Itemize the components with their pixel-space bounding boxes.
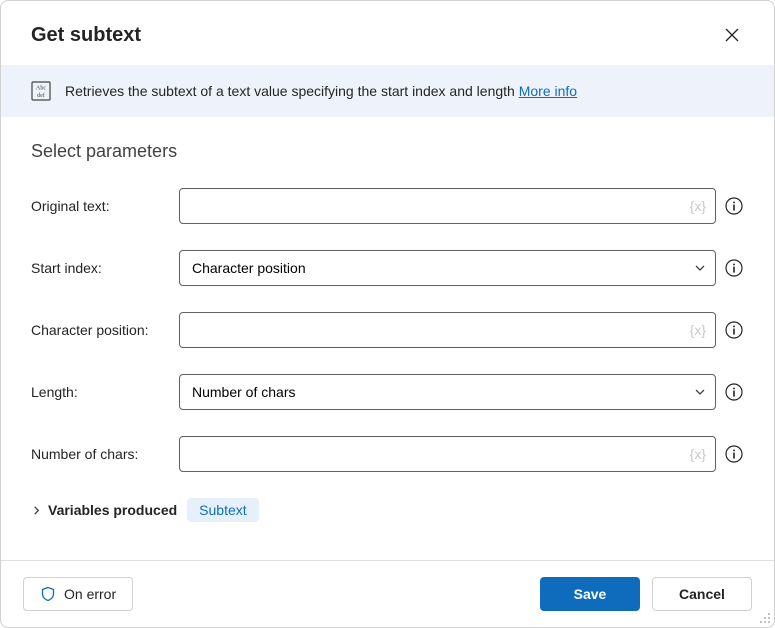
shield-icon — [40, 586, 56, 602]
dialog-header: Get subtext — [1, 1, 774, 65]
variables-produced-label: Variables produced — [48, 502, 177, 518]
variables-produced-row: Variables produced Subtext — [31, 498, 744, 522]
dialog-footer: On error Save Cancel — [1, 560, 774, 627]
field-character-position: Character position: {x} — [31, 312, 744, 348]
original-text-input[interactable] — [179, 188, 716, 224]
input-wrap: {x} — [179, 436, 716, 472]
info-icon[interactable] — [724, 444, 744, 464]
field-start-index: Start index: Character position — [31, 250, 744, 286]
description-banner: Abc def Retrieves the subtext of a text … — [1, 65, 774, 117]
description-body: Retrieves the subtext of a text value sp… — [65, 83, 519, 99]
character-position-input[interactable] — [179, 312, 716, 348]
abc-icon: Abc def — [31, 81, 51, 101]
more-info-link[interactable]: More info — [519, 83, 577, 99]
section-title: Select parameters — [31, 141, 744, 162]
on-error-label: On error — [64, 586, 116, 602]
field-length: Length: Number of chars — [31, 374, 744, 410]
label-character-position: Character position: — [31, 322, 171, 338]
svg-text:Abc: Abc — [36, 86, 46, 92]
info-icon[interactable] — [724, 382, 744, 402]
description-text: Retrieves the subtext of a text value sp… — [65, 83, 577, 99]
label-length: Length: — [31, 384, 171, 400]
close-icon — [725, 28, 739, 42]
on-error-button[interactable]: On error — [23, 577, 133, 611]
label-number-of-chars: Number of chars: — [31, 446, 171, 462]
close-button[interactable] — [716, 19, 748, 51]
dialog: Get subtext Abc def Retrieves the subtex… — [0, 0, 775, 628]
info-icon[interactable] — [724, 196, 744, 216]
start-index-select[interactable]: Character position — [179, 250, 716, 286]
input-wrap: {x} — [179, 188, 716, 224]
length-select[interactable]: Number of chars — [179, 374, 716, 410]
variable-chip[interactable]: Subtext — [187, 498, 258, 522]
field-number-of-chars: Number of chars: {x} — [31, 436, 744, 472]
footer-actions: Save Cancel — [540, 577, 752, 611]
field-original-text: Original text: {x} — [31, 188, 744, 224]
dialog-title: Get subtext — [31, 24, 141, 47]
label-start-index: Start index: — [31, 260, 171, 276]
info-icon[interactable] — [724, 320, 744, 340]
variables-produced-toggle[interactable]: Variables produced — [31, 502, 177, 518]
save-button[interactable]: Save — [540, 577, 640, 611]
cancel-button[interactable]: Cancel — [652, 577, 752, 611]
svg-text:def: def — [37, 92, 45, 99]
info-icon[interactable] — [724, 258, 744, 278]
select-wrap: Number of chars — [179, 374, 716, 410]
input-wrap: {x} — [179, 312, 716, 348]
chevron-right-icon — [31, 505, 42, 516]
content-area: Select parameters Original text: {x} Sta… — [1, 117, 774, 560]
number-of-chars-input[interactable] — [179, 436, 716, 472]
label-original-text: Original text: — [31, 198, 171, 214]
select-wrap: Character position — [179, 250, 716, 286]
